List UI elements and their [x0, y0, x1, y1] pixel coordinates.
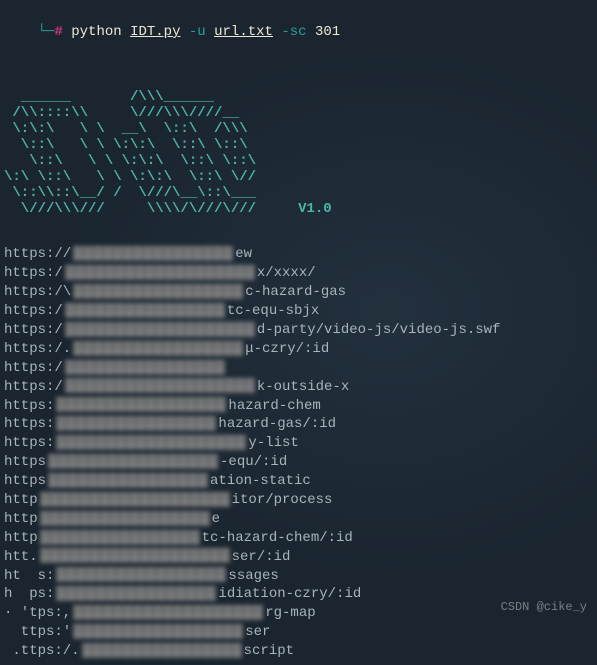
output-line-suffix: μ-czry/:id	[245, 341, 329, 357]
redacted-segment	[56, 567, 226, 582]
watermark: CSDN @cike_y	[501, 599, 587, 615]
redacted-segment	[65, 322, 255, 337]
output-line: https:/ x/xxxx/	[4, 264, 593, 283]
redacted-segment	[65, 303, 225, 318]
output-line: https:/. μ-czry/:id	[4, 340, 593, 359]
output-line-suffix: tc-equ-sbjx	[227, 303, 319, 319]
redacted-segment	[56, 416, 216, 431]
prompt-hash: #	[54, 24, 62, 40]
output-line: https: y-list	[4, 434, 593, 453]
redacted-segment	[65, 360, 225, 375]
output-line-suffix: hazard-gas/:id	[218, 416, 336, 432]
output-line: ttps:' ser	[4, 623, 593, 642]
version-label: V1.0	[298, 201, 332, 217]
output-line-prefix: https:/.	[4, 341, 71, 357]
output-line-suffix: tc-hazard-chem/:id	[202, 530, 353, 546]
output-line: http e	[4, 510, 593, 529]
output-line: http itor/process	[4, 491, 593, 510]
cmd-flag-sc: -sc	[281, 24, 306, 40]
output-line-suffix: x/xxxx/	[257, 265, 316, 281]
redacted-segment	[73, 624, 243, 639]
output-line-prefix: https:/	[4, 379, 63, 395]
output-line-suffix: e	[212, 511, 220, 527]
output-line-prefix: https:/	[4, 265, 63, 281]
output-line-suffix: ser/:id	[232, 549, 291, 565]
output-line: https: hazard-gas/:id	[4, 415, 593, 434]
output-line-prefix: http	[4, 492, 38, 508]
output-line-prefix: ttps:'	[4, 624, 71, 640]
output-line-suffix: itor/process	[232, 492, 333, 508]
output-line-prefix: https:	[4, 435, 54, 451]
output-line-prefix: https://	[4, 246, 71, 262]
output-line-suffix: ew	[235, 246, 252, 262]
output-line: https:/ k-outside-x	[4, 378, 593, 397]
output-line-suffix: rg-map	[265, 605, 315, 621]
output-line-prefix: ht s:	[4, 568, 54, 584]
output-line-suffix: -equ/:id	[220, 454, 287, 470]
terminal-output: └─# python IDT.py -u url.txt -sc 301 ___…	[0, 0, 597, 665]
output-line-suffix: k-outside-x	[257, 379, 349, 395]
output-line: https:/	[4, 359, 593, 378]
output-line: https:// ew	[4, 245, 593, 264]
redacted-segment	[82, 643, 242, 658]
output-line: https: hazard-chem	[4, 397, 593, 416]
cmd-arg-urlfile: url.txt	[214, 24, 273, 40]
output-line-prefix: https:/	[4, 360, 63, 376]
cmd-arg-code: 301	[315, 24, 340, 40]
output-line-prefix: https:/	[4, 303, 63, 319]
output-line-prefix: h ps:	[4, 586, 54, 602]
output-line-suffix: ssages	[228, 568, 278, 584]
output-line-suffix: c-hazard-gas	[245, 284, 346, 300]
redacted-segment	[40, 530, 200, 545]
output-line: https:/\ c-hazard-gas	[4, 283, 593, 302]
output-line-prefix: https:	[4, 416, 54, 432]
redacted-segment	[56, 397, 226, 412]
output-line-suffix: ser	[245, 624, 270, 640]
cmd-python: python	[71, 24, 121, 40]
redacted-segment	[40, 548, 230, 563]
output-line-suffix: ation-static	[210, 473, 311, 489]
output-line-prefix: htt.	[4, 549, 38, 565]
output-line: ht s: ssages	[4, 567, 593, 586]
output-line: https ation-static	[4, 472, 593, 491]
cmd-script-file: IDT.py	[130, 24, 180, 40]
output-line: http tc-hazard-chem/:id	[4, 529, 593, 548]
redacted-segment	[48, 454, 218, 469]
redacted-segment	[40, 511, 210, 526]
cmd-flag-u: -u	[189, 24, 206, 40]
output-line-suffix: hazard-chem	[228, 398, 320, 414]
redacted-segment	[65, 378, 255, 393]
output-line: https -equ/:id	[4, 453, 593, 472]
command-prompt-line: └─# python IDT.py -u url.txt -sc 301	[4, 4, 593, 61]
output-line-suffix: y-list	[248, 435, 298, 451]
output-line: htt. ser/:id	[4, 548, 593, 567]
output-line-suffix: d-party/video-js/video-js.swf	[257, 322, 501, 338]
prompt-branch-glyph: └─	[38, 24, 55, 40]
output-line-suffix: script	[244, 643, 294, 659]
output-line: https:/ tc-equ-sbjx	[4, 302, 593, 321]
redacted-segment	[40, 492, 230, 507]
output-line: https:/ d-party/video-js/video-js.swf	[4, 321, 593, 340]
output-line-prefix: http	[4, 511, 38, 527]
redacted-segment	[56, 586, 216, 601]
redacted-segment	[73, 341, 243, 356]
redacted-segment	[48, 473, 208, 488]
output-line-prefix: .ttps:/.	[4, 643, 80, 659]
output-line-prefix: https	[4, 473, 46, 489]
redacted-segment	[65, 265, 255, 280]
redacted-segment	[73, 246, 233, 261]
output-line-prefix: · 'tps:,	[4, 605, 71, 621]
output-line-prefix: https:	[4, 398, 54, 414]
output-line-prefix: https	[4, 454, 46, 470]
output-line: .ttps:/. script	[4, 642, 593, 661]
redacted-segment	[73, 284, 243, 299]
output-line-suffix: idiation-czry/:id	[218, 586, 361, 602]
redacted-segment	[56, 435, 246, 450]
output-line-prefix: http	[4, 530, 38, 546]
ascii-art-logo: ______ /\\\______ /\\::::\\ \///\\\////_…	[4, 89, 593, 218]
redacted-segment	[73, 605, 263, 620]
output-line-prefix: https:/\	[4, 284, 71, 300]
output-line-prefix: https:/	[4, 322, 63, 338]
